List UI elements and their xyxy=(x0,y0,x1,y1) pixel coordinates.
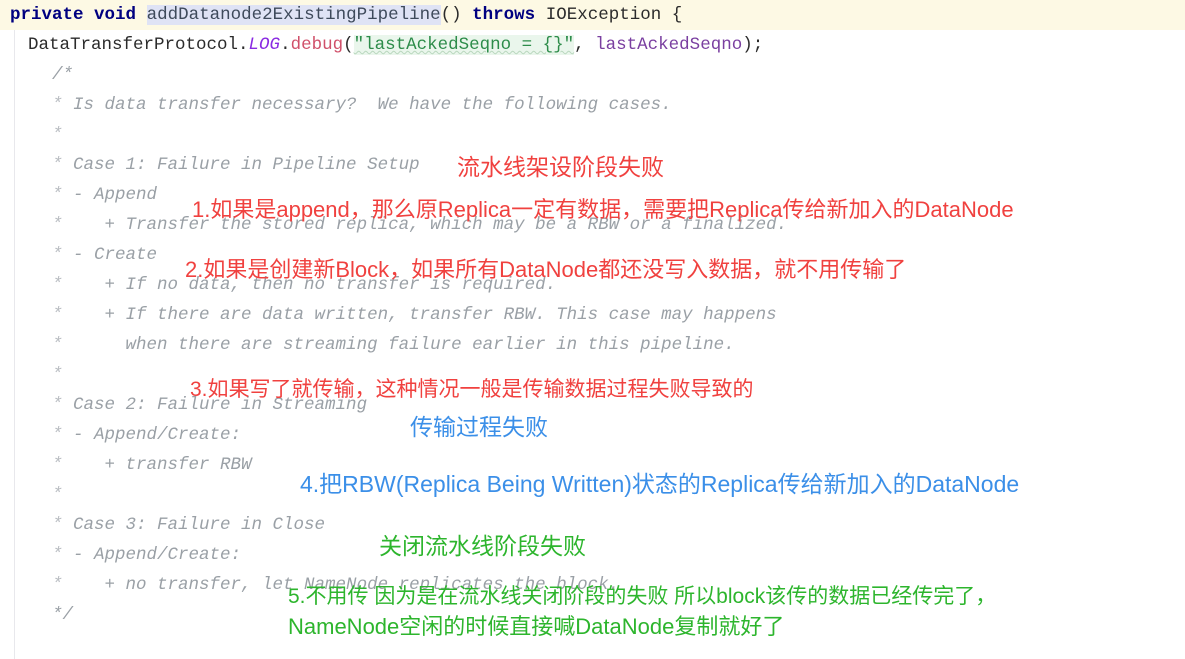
comment-star: * xyxy=(52,575,63,595)
comment-star: * xyxy=(52,485,63,505)
comment-line: * + transfer RBW xyxy=(52,450,252,480)
comment-text: Is data transfer necessary? We have the … xyxy=(62,95,672,115)
code-line-signature[interactable]: private void addDatanode2ExistingPipelin… xyxy=(10,0,682,30)
comment-star: * xyxy=(52,305,63,325)
comment-line-case3: * Case 3: Failure in Close xyxy=(52,510,325,540)
code-text-layer[interactable]: private void addDatanode2ExistingPipelin… xyxy=(0,0,1185,659)
comment-star: * xyxy=(52,155,63,175)
comment-line-case1: * Case 1: Failure in Pipeline Setup xyxy=(52,150,420,180)
annotation-note-3: 3.如果写了就传输，这种情况一般是传输数据过程失败导致的 xyxy=(190,378,754,401)
code-editor-pane[interactable]: private void addDatanode2ExistingPipelin… xyxy=(0,0,1185,659)
annotation-note-5-line2: NameNode空闲的时候直接喊DataNode复制就好了 xyxy=(288,614,785,639)
comment-line: * xyxy=(52,480,63,510)
comment-star: * xyxy=(52,365,63,385)
log-qualifier: DataTransferProtocol. xyxy=(28,35,249,55)
comment-star: * xyxy=(52,425,63,445)
comment-text: Case 3: Failure in Close xyxy=(62,515,326,535)
comment-star: * xyxy=(52,545,63,565)
comment-text: - Append xyxy=(62,185,158,205)
signature-parens: () xyxy=(440,5,462,25)
comment-line-append: * - Append xyxy=(52,180,157,210)
comment-star: * xyxy=(52,335,63,355)
comment-star: * xyxy=(52,95,63,115)
comment-star: * xyxy=(52,245,63,265)
comment-close: */ xyxy=(52,605,74,625)
comment-text: + If there are data written, transfer RB… xyxy=(62,305,777,325)
comment-star: * xyxy=(52,125,63,145)
open-brace: { xyxy=(671,5,683,25)
annotation-note-4: 4.把RBW(Replica Being Written)状态的Replica传… xyxy=(300,471,1020,497)
comment-line: * Is data transfer necessary? We have th… xyxy=(52,90,672,120)
comment-text: - Append/Create: xyxy=(62,545,242,565)
keyword-void: void xyxy=(94,5,137,25)
log-method-debug[interactable]: debug xyxy=(291,35,344,55)
comment-star: * xyxy=(52,215,63,235)
annotation-case2-label: 传输过程失败 xyxy=(410,414,548,440)
log-format-string[interactable]: "lastAckedSeqno = {}" xyxy=(353,35,575,55)
comment-open: /* xyxy=(52,65,74,85)
comment-text: - Append/Create: xyxy=(62,425,242,445)
comment-text: when there are streaming failure earlier… xyxy=(62,335,735,355)
comment-star: * xyxy=(52,455,63,475)
log-field: LOG xyxy=(248,35,281,55)
annotation-note-5-line1: 5.不用传 因为是在流水线关闭阶段的失败 所以block该传的数据已经传完了， xyxy=(288,585,997,608)
comment-star: * xyxy=(52,515,63,535)
log-dot: . xyxy=(280,35,291,55)
comment-star: * xyxy=(52,185,63,205)
method-name-token[interactable]: addDatanode2ExistingPipeline xyxy=(146,5,441,25)
comment-line: * xyxy=(52,360,63,390)
comment-text: + transfer RBW xyxy=(62,455,252,475)
comment-line: * when there are streaming failure earli… xyxy=(52,330,735,360)
comment-line-create: * - Create xyxy=(52,240,157,270)
annotation-case3-label: 关闭流水线阶段失败 xyxy=(379,533,586,559)
comment-text: - Create xyxy=(62,245,158,265)
comment-line: * - Append/Create: xyxy=(52,420,241,450)
annotation-note-2: 2.如果是创建新Block，如果所有DataNode都还没写入数据，就不用传输了 xyxy=(185,257,907,282)
annotation-case1-label: 流水线架设阶段失败 xyxy=(457,154,664,180)
comment-star: * xyxy=(52,395,63,415)
comment-star: * xyxy=(52,275,63,295)
comment-line: * xyxy=(52,120,63,150)
annotation-note-1: 1.如果是append，那么原Replica一定有数据，需要把Replica传给… xyxy=(192,197,1014,222)
comment-text: Case 1: Failure in Pipeline Setup xyxy=(62,155,420,175)
exception-type: IOException xyxy=(545,5,662,25)
log-argument[interactable]: lastAckedSeqno xyxy=(595,35,742,55)
code-line-log-debug[interactable]: DataTransferProtocol.LOG.debug("lastAcke… xyxy=(28,30,763,60)
keyword-private: private xyxy=(10,5,84,25)
comment-line: * - Append/Create: xyxy=(52,540,241,570)
comment-line: * + If there are data written, transfer … xyxy=(52,300,777,330)
keyword-throws: throws xyxy=(472,5,536,25)
